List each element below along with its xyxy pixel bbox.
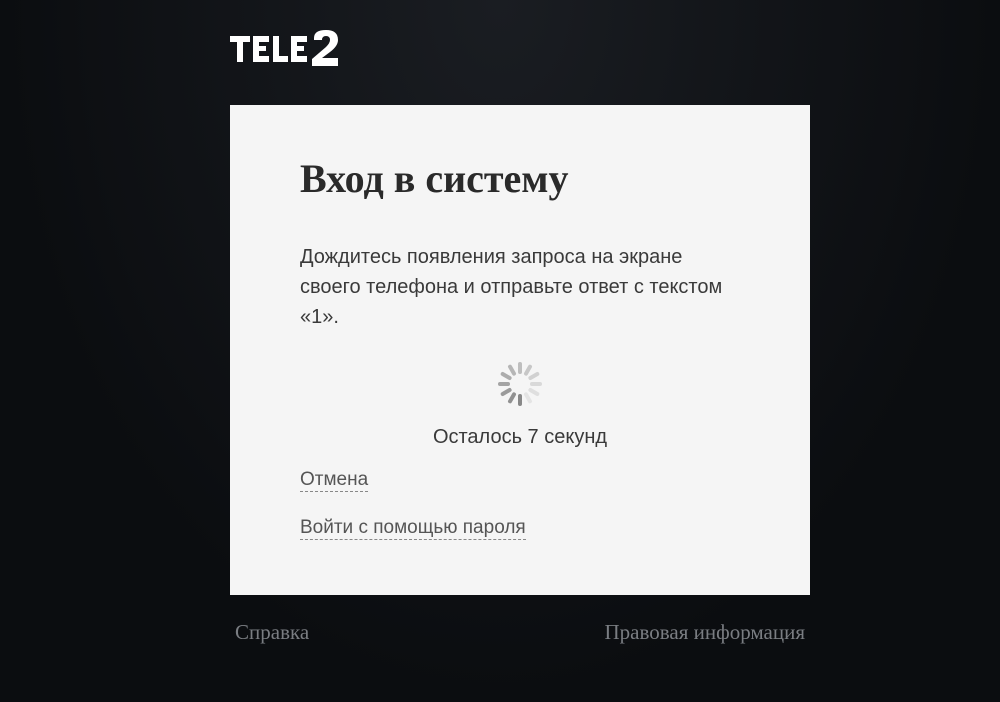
card-title: Вход в систему [300, 155, 740, 202]
instruction-text: Дождитесь появления запроса на экране св… [300, 242, 740, 332]
countdown-text: Осталось 7 секунд [300, 426, 740, 449]
password-login-link[interactable]: Войти с помощью пароля [300, 517, 526, 540]
loading-spinner-wrap [300, 362, 740, 411]
cancel-link[interactable]: Отмена [300, 469, 368, 492]
brand-logo [230, 30, 830, 70]
loading-spinner-icon [498, 362, 542, 406]
legal-link[interactable]: Правовая информация [605, 620, 806, 645]
footer: Справка Правовая информация [230, 620, 810, 645]
help-link[interactable]: Справка [235, 620, 309, 645]
login-card: Вход в систему Дождитесь появления запро… [230, 105, 810, 595]
